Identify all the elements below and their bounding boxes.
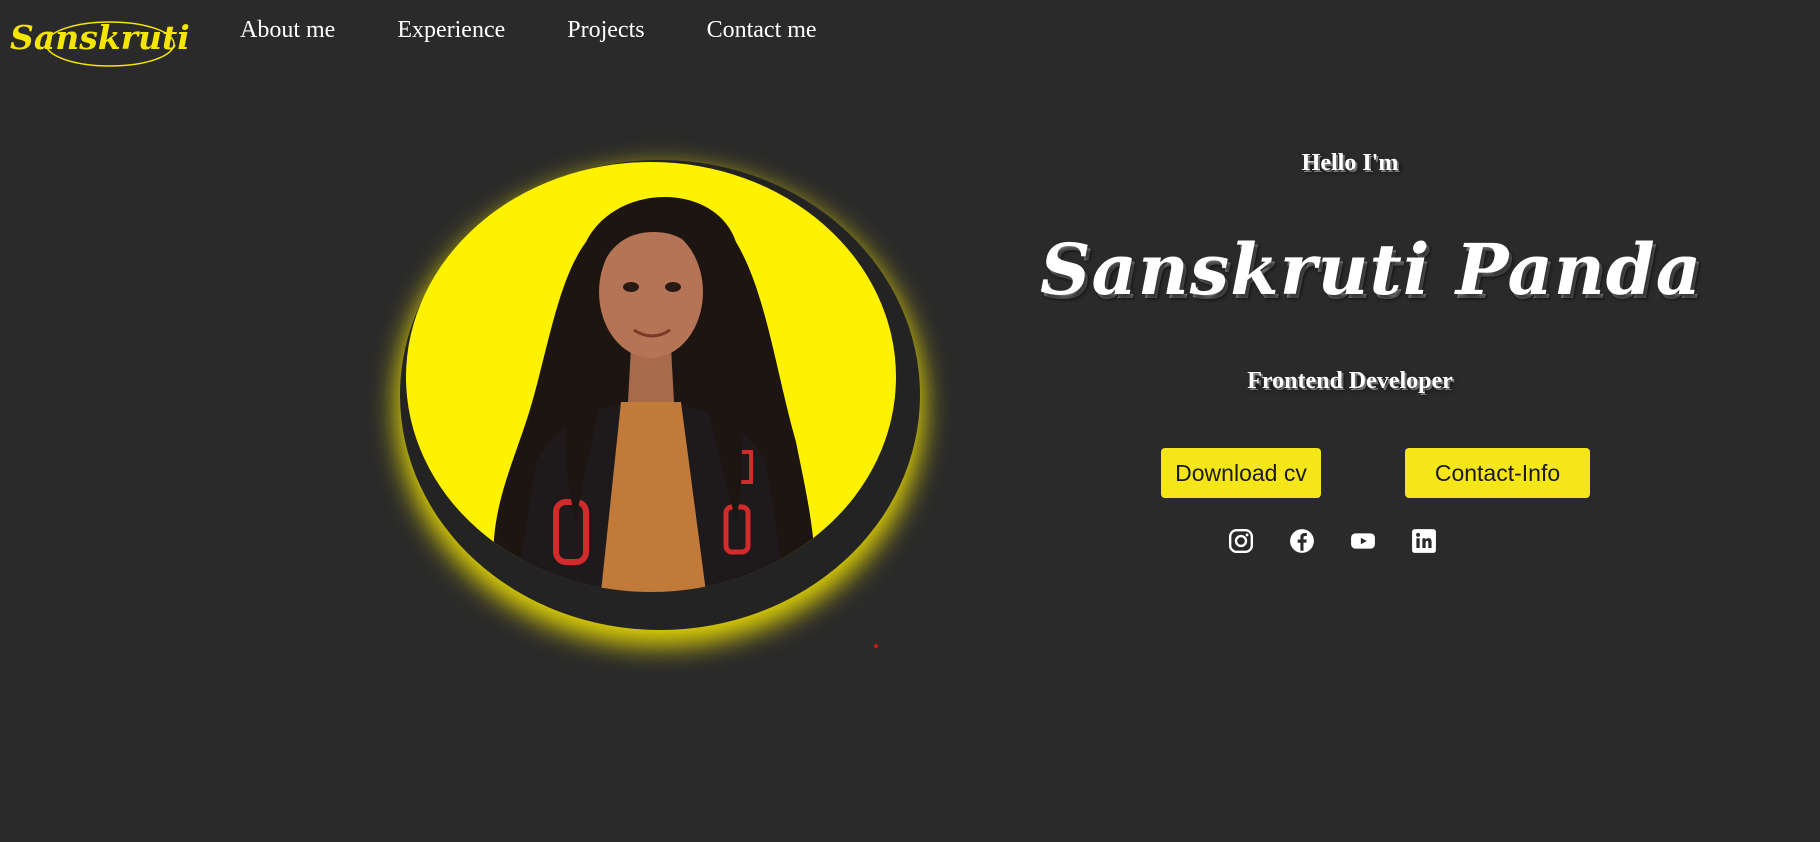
nav-about[interactable]: About me — [240, 17, 335, 44]
hero-name: Sanskruti Panda — [1040, 228, 1703, 311]
greeting-text: Hello I'm — [1301, 150, 1399, 176]
nav-experience[interactable]: Experience — [397, 17, 505, 44]
instagram-icon[interactable] — [1228, 528, 1254, 554]
main-nav: About me Experience Projects Contact me — [240, 10, 879, 50]
profile-photo — [406, 162, 896, 592]
facebook-icon[interactable] — [1289, 528, 1315, 554]
page: Sanskruti About me Experience Projects C… — [0, 0, 1820, 842]
portrait-illustration — [493, 197, 816, 592]
youtube-icon[interactable] — [1350, 528, 1376, 554]
download-cv-button[interactable]: Download cv — [1161, 448, 1321, 498]
contact-info-button[interactable]: Contact-Info — [1405, 448, 1590, 498]
logo[interactable]: Sanskruti — [6, 12, 190, 70]
profile-image-frame — [400, 160, 920, 630]
social-links — [1228, 528, 1472, 554]
red-dot — [874, 644, 878, 648]
hero-role: Frontend Developer — [1247, 368, 1453, 394]
nav-projects[interactable]: Projects — [567, 17, 644, 44]
linkedin-icon[interactable] — [1411, 528, 1437, 554]
logo-text: Sanskruti — [10, 18, 190, 57]
nav-contact[interactable]: Contact me — [707, 17, 817, 44]
